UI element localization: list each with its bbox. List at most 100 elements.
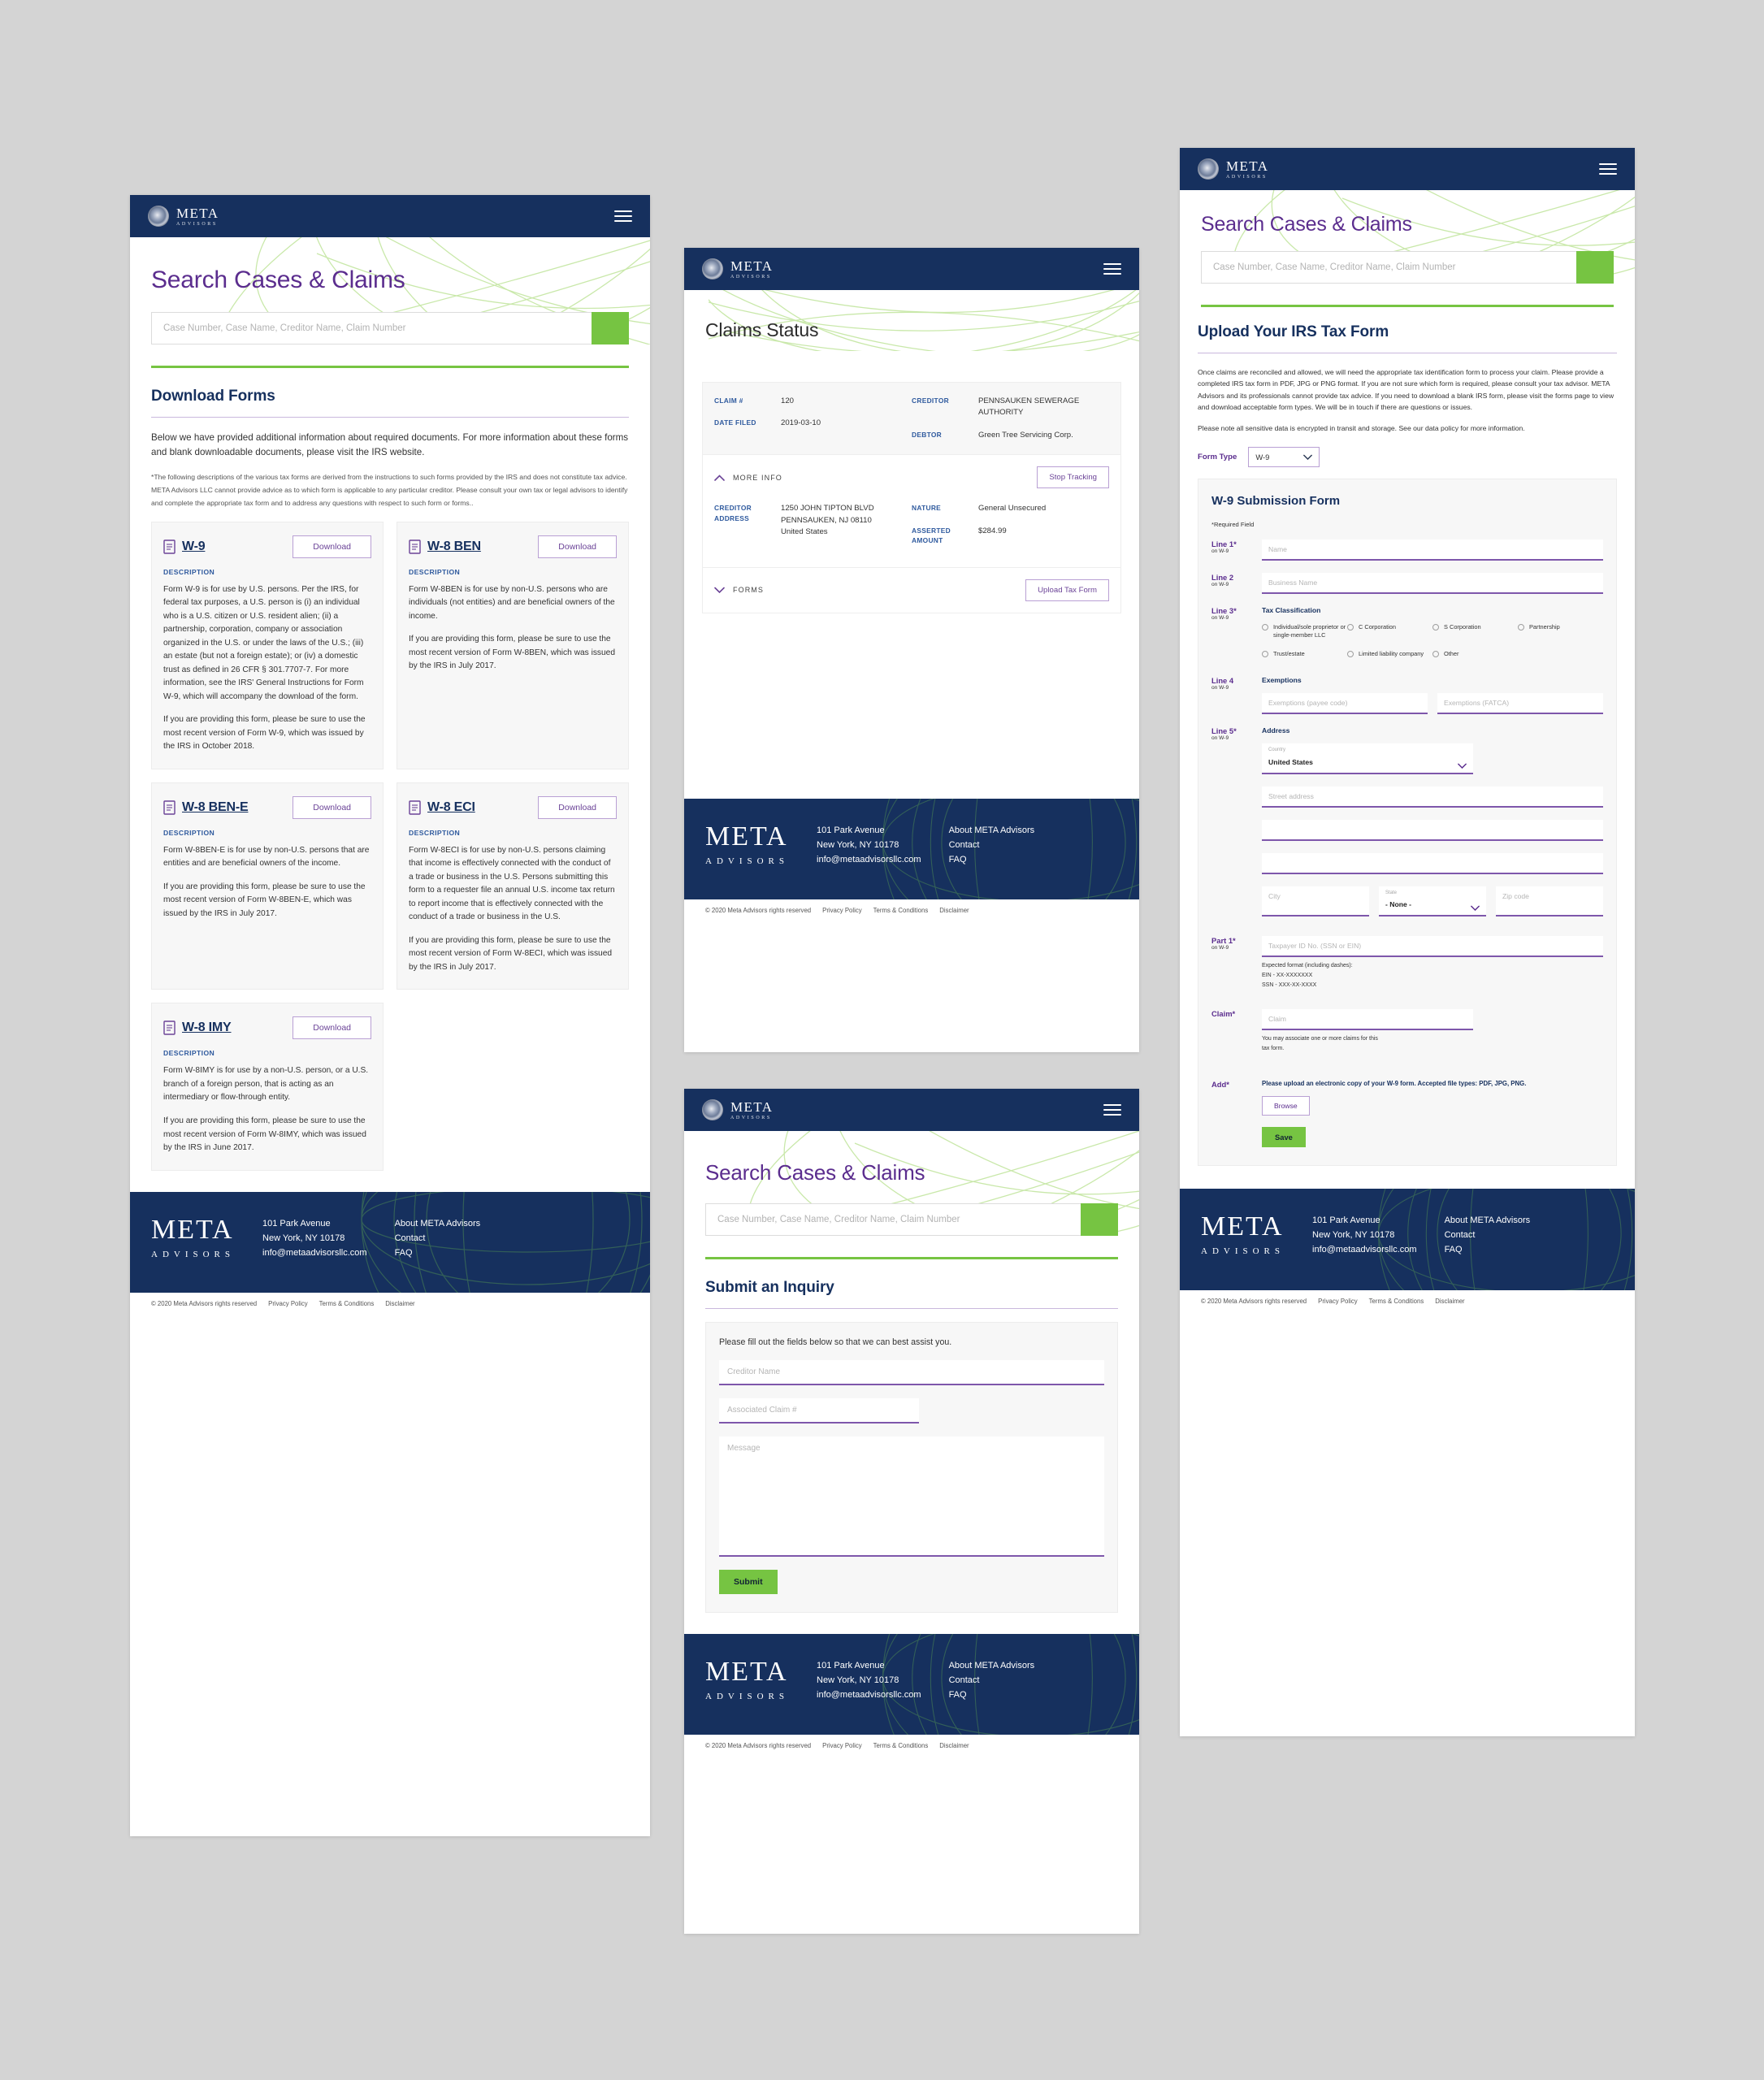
- city-input[interactable]: City: [1262, 886, 1369, 916]
- form-name[interactable]: W-8 ECI: [427, 800, 475, 815]
- footer-link-faq[interactable]: FAQ: [1445, 1242, 1531, 1257]
- footer-email[interactable]: info@metaadvisorsllc.com: [817, 1688, 921, 1702]
- terms-link[interactable]: Terms & Conditions: [319, 1300, 375, 1307]
- radio-label: Partnership: [1529, 623, 1560, 631]
- radio-individual-sole-proprietor[interactable]: Individual/sole proprietor or single-mem…: [1262, 623, 1347, 639]
- search-button[interactable]: [1081, 1203, 1118, 1236]
- terms-link[interactable]: Terms & Conditions: [873, 907, 929, 914]
- footer-link-about[interactable]: About META Advisors: [949, 1658, 1035, 1673]
- radio-c-corporation[interactable]: C Corporation: [1347, 623, 1432, 639]
- footer-link-about[interactable]: About META Advisors: [1445, 1213, 1531, 1228]
- disclaimer-link[interactable]: Disclaimer: [939, 1742, 969, 1749]
- save-button[interactable]: Save: [1262, 1127, 1306, 1148]
- creditor-address-label: CREDITOR ADDRESS: [714, 504, 752, 522]
- radio-partnership[interactable]: Partnership: [1518, 623, 1603, 639]
- exemptions-payee-code-input[interactable]: Exemptions (payee code): [1262, 693, 1428, 715]
- street-address-input-1[interactable]: Street address: [1262, 786, 1603, 808]
- download-button[interactable]: Download: [538, 795, 617, 819]
- menu-icon[interactable]: [614, 210, 632, 222]
- brand-tagline: ADVISORS: [730, 1115, 772, 1120]
- download-button[interactable]: Download: [293, 535, 371, 558]
- exemptions-fatca-input[interactable]: Exemptions (FATCA): [1437, 693, 1603, 715]
- taxpayer-id-input[interactable]: Taxpayer ID No. (SSN or EIN): [1262, 935, 1603, 957]
- line4-sub: on W-9: [1211, 685, 1229, 691]
- footer-link-about[interactable]: About META Advisors: [949, 823, 1035, 838]
- description-label: DESCRIPTION: [409, 567, 461, 576]
- privacy-policy-link[interactable]: Privacy Policy: [822, 907, 862, 914]
- footer-link-faq[interactable]: FAQ: [949, 852, 1035, 867]
- submit-button[interactable]: Submit: [719, 1570, 778, 1594]
- footer-link-about[interactable]: About META Advisors: [395, 1216, 481, 1231]
- terms-link[interactable]: Terms & Conditions: [1369, 1298, 1424, 1305]
- page-title: Claims Status: [705, 319, 819, 340]
- privacy-policy-link[interactable]: Privacy Policy: [1318, 1298, 1358, 1305]
- footer-email[interactable]: info@metaadvisorsllc.com: [817, 852, 921, 867]
- radio-s-corporation[interactable]: S Corporation: [1432, 623, 1518, 639]
- radio-other[interactable]: Other: [1432, 650, 1518, 658]
- footer-link-faq[interactable]: FAQ: [949, 1688, 1035, 1702]
- footer-email[interactable]: info@metaadvisorsllc.com: [1312, 1242, 1417, 1257]
- menu-icon[interactable]: [1103, 1104, 1121, 1116]
- state-caption: State: [1385, 890, 1398, 895]
- debtor-label: DEBTOR: [912, 430, 943, 439]
- footer-link-contact[interactable]: Contact: [395, 1231, 481, 1246]
- footer-link-contact[interactable]: Contact: [1445, 1228, 1531, 1242]
- disclaimer-link[interactable]: Disclaimer: [939, 907, 969, 914]
- footer-email[interactable]: info@metaadvisorsllc.com: [262, 1246, 367, 1260]
- upload-tax-form-button[interactable]: Upload Tax Form: [1025, 578, 1109, 601]
- form-type-select[interactable]: W-9: [1248, 447, 1320, 468]
- search-input[interactable]: [1201, 251, 1576, 284]
- footer-link-faq[interactable]: FAQ: [395, 1246, 481, 1260]
- description-label: DESCRIPTION: [163, 828, 215, 837]
- line2-business-name-input[interactable]: Business Name: [1262, 573, 1603, 595]
- search-button[interactable]: [592, 312, 629, 344]
- menu-icon[interactable]: [1103, 263, 1121, 275]
- footer-link-contact[interactable]: Contact: [949, 1673, 1035, 1688]
- form-name[interactable]: W-8 IMY: [182, 1020, 232, 1035]
- spiral-logo-icon: [148, 206, 169, 227]
- radio-limited-liability-company[interactable]: Limited liability company: [1347, 650, 1432, 658]
- stop-tracking-button[interactable]: Stop Tracking: [1037, 466, 1109, 489]
- document-icon: [409, 539, 421, 554]
- logo[interactable]: META ADVISORS: [702, 258, 773, 280]
- download-button[interactable]: Download: [293, 795, 371, 819]
- search-input[interactable]: [705, 1203, 1081, 1236]
- footer-link-contact[interactable]: Contact: [949, 838, 1035, 852]
- copyright-bar: © 2020 Meta Advisors rights reserved Pri…: [1180, 1289, 1635, 1312]
- search-input[interactable]: [151, 312, 592, 344]
- form-name[interactable]: W-9: [182, 540, 206, 554]
- message-textarea[interactable]: Message: [719, 1436, 1104, 1557]
- browse-button[interactable]: Browse: [1262, 1096, 1310, 1116]
- logo[interactable]: META ADVISORS: [148, 206, 219, 227]
- menu-icon[interactable]: [1599, 163, 1617, 175]
- creditor-name-input[interactable]: Creditor Name: [719, 1360, 1104, 1385]
- forms-accordion[interactable]: FORMS Upload Tax Form: [703, 566, 1120, 613]
- download-button[interactable]: Download: [538, 535, 617, 558]
- privacy-policy-link[interactable]: Privacy Policy: [822, 1742, 862, 1749]
- spiral-logo-icon: [1198, 158, 1219, 180]
- form-name[interactable]: W-8 BEN-E: [182, 800, 249, 815]
- footer: META ADVISORS 101 Park Avenue New York, …: [130, 1191, 650, 1293]
- form-description-p1: Form W-8IMY is for use by a non-U.S. per…: [163, 1066, 369, 1103]
- disclaimer-link[interactable]: Disclaimer: [385, 1300, 414, 1307]
- line1-name-input[interactable]: Name: [1262, 540, 1603, 561]
- privacy-policy-link[interactable]: Privacy Policy: [268, 1300, 308, 1307]
- form-type-value: W-9: [1255, 453, 1270, 462]
- more-info-accordion[interactable]: MORE INFO Stop Tracking: [703, 454, 1120, 500]
- form-name[interactable]: W-8 BEN: [427, 540, 481, 554]
- disclaimer-link[interactable]: Disclaimer: [1435, 1298, 1464, 1305]
- radio-trust-estate[interactable]: Trust/estate: [1262, 650, 1347, 658]
- search-button[interactable]: [1576, 251, 1614, 284]
- associated-claim-input[interactable]: Associated Claim #: [719, 1398, 920, 1424]
- claim-input[interactable]: Claim: [1262, 1008, 1474, 1030]
- download-button[interactable]: Download: [293, 1016, 371, 1040]
- section-title: Download Forms: [151, 388, 275, 405]
- logo[interactable]: META ADVISORS: [702, 1099, 773, 1120]
- terms-link[interactable]: Terms & Conditions: [873, 1742, 929, 1749]
- description-label: DESCRIPTION: [163, 1049, 215, 1058]
- state-select[interactable]: State - None -: [1379, 886, 1486, 916]
- logo[interactable]: META ADVISORS: [1198, 158, 1268, 180]
- zip-code-input[interactable]: Zip code: [1496, 886, 1603, 916]
- country-select[interactable]: Country United States: [1262, 743, 1474, 774]
- claim-label: Claim*: [1211, 1008, 1236, 1018]
